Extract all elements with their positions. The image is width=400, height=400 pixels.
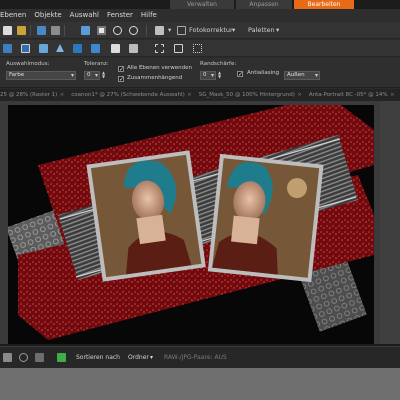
new-icon[interactable]: [2, 25, 13, 36]
chevron-down-icon[interactable]: ▾: [276, 22, 279, 39]
toleranz-stepper[interactable]: ▲ ▼: [101, 71, 106, 80]
rect-icon[interactable]: [72, 43, 83, 54]
tab-verwalten[interactable]: Verwalten: [170, 0, 234, 9]
open-icon[interactable]: [16, 25, 27, 36]
paletten-button[interactable]: Paletten: [248, 22, 275, 39]
antialiasing-select[interactable]: Außen: [284, 71, 320, 80]
document-tabs: 25 @ 28% (Raster 1) coanon1* @ 27% (Schw…: [0, 89, 400, 101]
chevron-down-icon[interactable]: ▾: [150, 347, 153, 369]
status-area: [0, 368, 400, 400]
copy-icon[interactable]: [154, 25, 165, 36]
save-icon[interactable]: [36, 25, 47, 36]
zusammenhaengend-label: Zusammenhängend: [127, 75, 183, 81]
raw-jpg-pairs-toggle[interactable]: RAW-/JPG-Paare: AUS: [164, 347, 227, 369]
doc-tab[interactable]: Anta-Portrait 8C -05* @ 14%: [304, 89, 397, 101]
tool-options-palette: Auswahlmodus: Farbe Toleranz: 0 ▲▼ ✓ All…: [0, 58, 400, 88]
adjust-icon[interactable]: [173, 43, 184, 54]
gear-icon[interactable]: [18, 352, 29, 363]
sortieren-button[interactable]: Sortieren nach: [76, 347, 120, 369]
image-icon[interactable]: [80, 25, 91, 36]
fill-icon[interactable]: [110, 43, 121, 54]
menu-auswahl[interactable]: Auswahl: [66, 9, 103, 22]
square-icon[interactable]: [90, 43, 101, 54]
fotokorrektur-icon[interactable]: [176, 25, 187, 36]
organizer-toolbar: Sortieren nach Ordner ▾ RAW-/JPG-Paare: …: [0, 346, 400, 368]
zoom-in-icon[interactable]: [128, 25, 139, 36]
antialiasing-checkbox[interactable]: ✓: [237, 71, 243, 78]
randschaerfe-stepper[interactable]: ▲ ▼: [217, 71, 222, 80]
antialiasing-label: Antialiasing: [247, 70, 280, 76]
artwork: [8, 105, 374, 340]
menu-bar: Ebenen Objekte Auswahl Fenster Hilfe: [0, 9, 400, 22]
brush-icon[interactable]: [154, 43, 165, 54]
doc-tab[interactable]: SG_Mask_50 @ 100% Hintergrund): [194, 89, 304, 101]
auswahlmodus-select[interactable]: Farbe: [6, 71, 76, 80]
tag-icon[interactable]: [34, 352, 45, 363]
chevron-down-icon[interactable]: ▾: [232, 22, 235, 39]
vertical-scrollbar[interactable]: [380, 101, 400, 344]
workspace: [0, 101, 400, 345]
zoom-out-icon[interactable]: [112, 25, 123, 36]
ordner-select[interactable]: Ordner: [128, 347, 149, 369]
mode-tab-bar: Verwalten Anpassen Bearbeiten: [0, 0, 400, 9]
toleranz-label: Toleranz:: [84, 61, 109, 67]
menu-hilfe[interactable]: Hilfe: [137, 9, 161, 22]
zusammenhaengend-checkbox[interactable]: ✓: [118, 76, 124, 83]
fotokorrektur-button[interactable]: Fotokorrektur: [189, 22, 233, 39]
layers-icon[interactable]: [2, 43, 13, 54]
tab-bearbeiten[interactable]: Bearbeiten: [294, 0, 354, 9]
adjust-icon-2[interactable]: [192, 43, 203, 54]
menu-fenster[interactable]: Fenster: [103, 9, 137, 22]
alle-ebenen-checkbox[interactable]: ✓: [118, 66, 124, 73]
triangle-icon[interactable]: [55, 43, 66, 54]
folder-icon[interactable]: [56, 352, 67, 363]
select-icon[interactable]: [128, 43, 139, 54]
randschaerfe-input[interactable]: 0: [200, 71, 216, 80]
standard-toolbar: ▾ Fotokorrektur ▾ Paletten ▾: [0, 22, 400, 39]
photo-icon[interactable]: [38, 43, 49, 54]
tab-anpassen[interactable]: Anpassen: [236, 0, 292, 9]
image-canvas[interactable]: [8, 105, 374, 345]
doc-tab[interactable]: 25 @ 28% (Raster 1): [0, 89, 66, 101]
resize-icon[interactable]: [96, 25, 107, 36]
print-icon[interactable]: [50, 25, 61, 36]
randschaerfe-label: Randschärfe:: [200, 61, 237, 67]
menu-objekte[interactable]: Objekte: [30, 9, 65, 22]
organizer-icon[interactable]: [2, 352, 13, 363]
doc-tab-active[interactable]: coanon1* @ 27% (Schwebende Auswahl): [66, 89, 193, 101]
grid-icon[interactable]: [20, 43, 31, 54]
chevron-down-icon[interactable]: ▾: [168, 22, 171, 39]
toleranz-input[interactable]: 0: [84, 71, 100, 80]
tools-toolbar: [0, 40, 400, 57]
alle-ebenen-label: Alle Ebenen verwenden: [127, 65, 193, 71]
auswahlmodus-label: Auswahlmodus:: [6, 61, 50, 67]
menu-ebenen[interactable]: Ebenen: [0, 9, 30, 22]
